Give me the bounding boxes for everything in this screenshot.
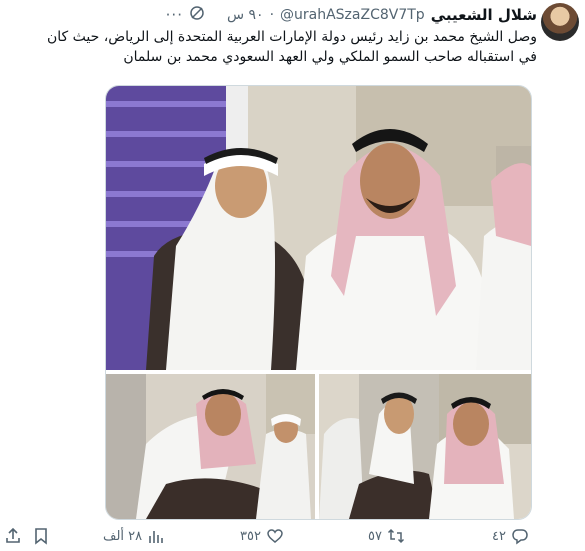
reply-icon bbox=[511, 527, 529, 545]
tweet[interactable]: شلال الشعيبي @urahASzaZC8V7Tp · ٩٠ س ···… bbox=[0, 0, 585, 551]
likes-count: ٣٥٢ bbox=[240, 528, 261, 544]
views-count: ٢٨ ألف bbox=[103, 528, 143, 544]
views-icon bbox=[147, 527, 165, 545]
share-icon bbox=[4, 527, 22, 545]
bookmark-icon bbox=[32, 527, 50, 545]
avatar[interactable] bbox=[541, 3, 579, 41]
heart-icon bbox=[266, 527, 284, 545]
author-handle[interactable]: @urahASzaZC8V7Tp bbox=[280, 7, 425, 23]
tweet-text: وصل الشيخ محمد بن زايد رئيس دولة الإمارا… bbox=[0, 27, 537, 67]
more-icon[interactable]: ··· bbox=[166, 6, 183, 24]
views-button[interactable]: ٢٨ ألف bbox=[103, 527, 165, 545]
grok-icon[interactable] bbox=[189, 5, 205, 25]
retweet-button[interactable]: ٥٧ bbox=[368, 527, 405, 545]
photo-main[interactable] bbox=[106, 86, 531, 370]
separator-dot: · bbox=[269, 7, 275, 23]
timestamp[interactable]: ٩٠ س bbox=[227, 7, 264, 23]
tweet-header: شلال الشعيبي @urahASzaZC8V7Tp · ٩٠ س ··· bbox=[0, 4, 537, 26]
action-bar: ٢٨ ألف ٣٥٢ ٥٧ ٤٢ bbox=[0, 527, 585, 549]
tweet-text-line: في استقباله صاحب السمو الملكي ولي العهد … bbox=[123, 49, 537, 65]
share-button[interactable] bbox=[4, 527, 22, 545]
reply-button[interactable]: ٤٢ bbox=[492, 527, 529, 545]
tweet-text-line: وصل الشيخ محمد بن زايد رئيس دولة الإمارا… bbox=[46, 29, 537, 45]
photo-hug-2[interactable] bbox=[319, 374, 531, 519]
author-name[interactable]: شلال الشعيبي bbox=[431, 6, 537, 24]
retweets-count: ٥٧ bbox=[368, 528, 382, 544]
photo-hug-1[interactable] bbox=[106, 374, 315, 519]
like-button[interactable]: ٣٥٢ bbox=[240, 527, 284, 545]
media-grid bbox=[105, 85, 532, 520]
replies-count: ٤٢ bbox=[492, 528, 506, 544]
retweet-icon bbox=[387, 527, 405, 545]
bookmark-button[interactable] bbox=[32, 527, 50, 545]
